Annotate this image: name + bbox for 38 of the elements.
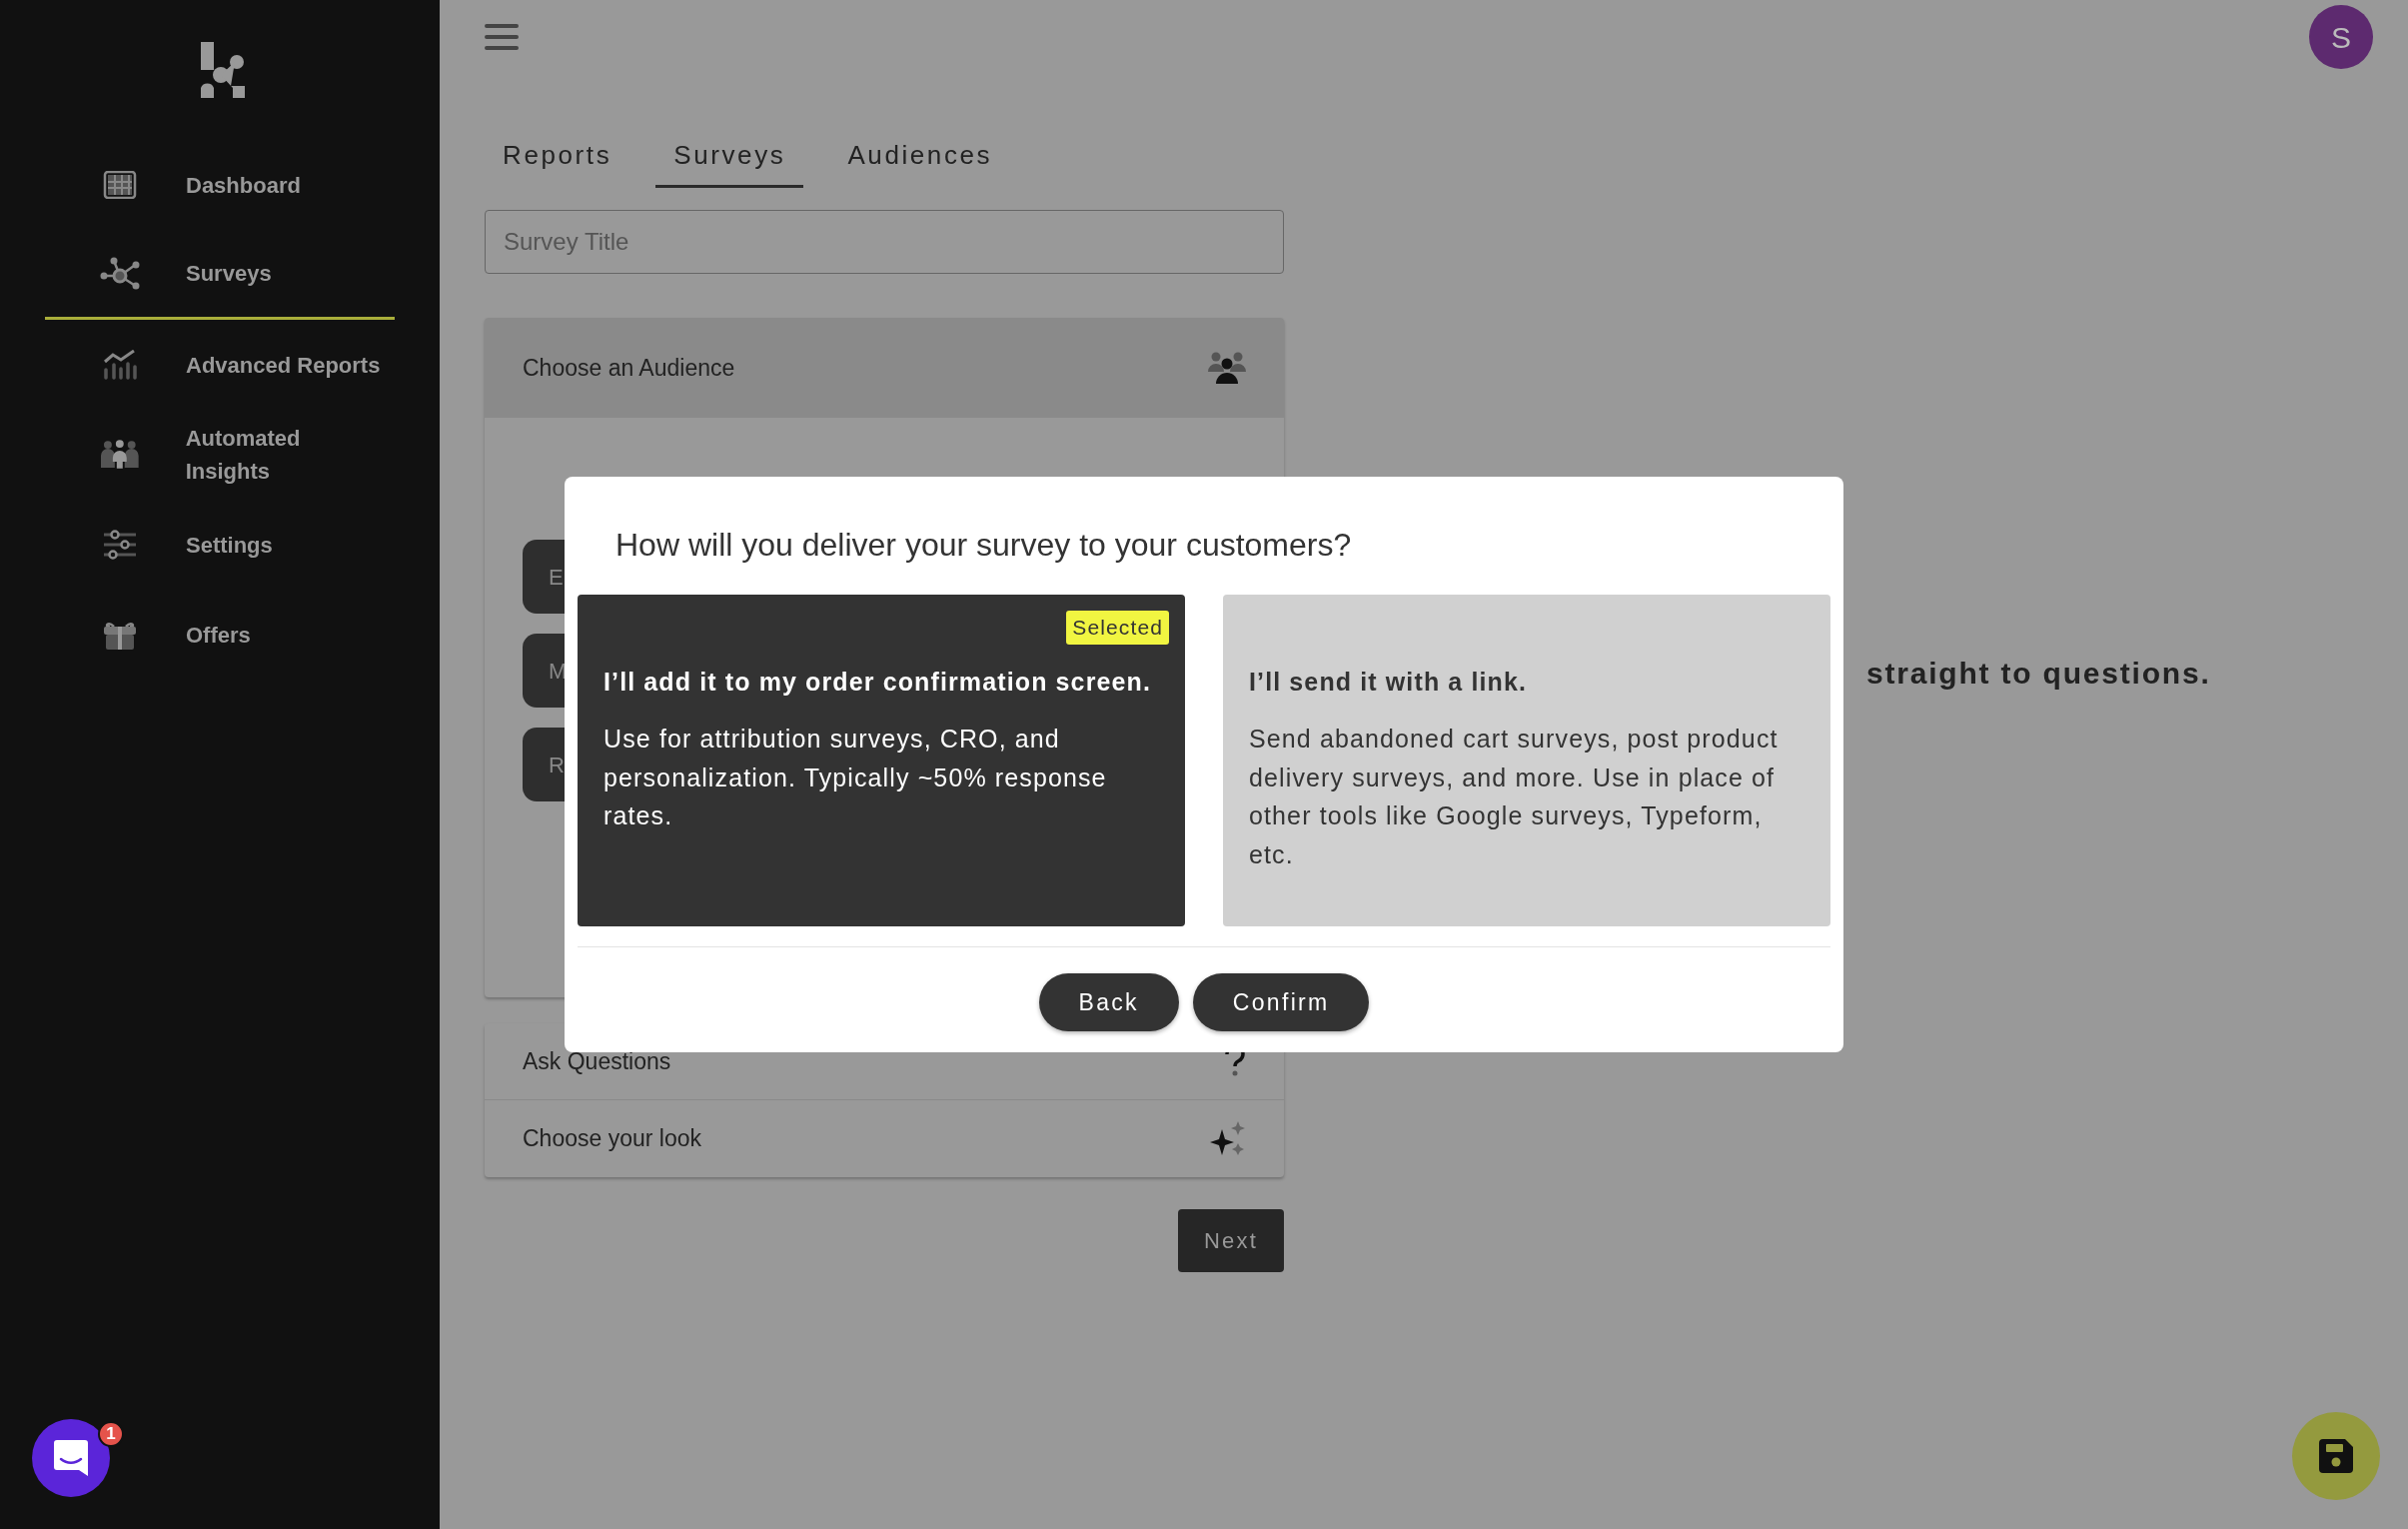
- dialog-button[interactable]: Back: [1038, 973, 1179, 1031]
- step-title: Choose an Audience: [523, 353, 735, 383]
- logo-icon: [201, 42, 245, 98]
- sidebar-item[interactable]: Surveys: [45, 230, 395, 320]
- choice-heading: I’ll add it to my order confirmation screen.: [603, 667, 1152, 698]
- chat-icon: [54, 1440, 88, 1476]
- network-icon: [100, 256, 140, 291]
- people-icon: [100, 440, 140, 470]
- choice-description: Use for attribution surveys, CRO, and personalization. Typically ~50% response rates.: [603, 723, 1108, 832]
- menu-icon: [485, 23, 519, 51]
- choice-card[interactable]: Selected I’ll add it to my order confirmation screen. Use for attribution surveys, CRO, and personalization. Typically ~50% response rates.: [578, 595, 1185, 926]
- sparkle-icon: [1210, 1120, 1246, 1157]
- info-text: straight to questions.: [1866, 656, 2211, 692]
- notification-badge: 1: [98, 1421, 124, 1447]
- sidebar-item[interactable]: Settings: [45, 500, 395, 590]
- tab[interactable]: Surveys: [655, 128, 804, 188]
- survey-title-field[interactable]: Survey Title: [485, 210, 1284, 274]
- next-button[interactable]: Next: [1177, 1209, 1284, 1272]
- step-title: Choose your look: [523, 1124, 701, 1154]
- save-icon: [2319, 1439, 2353, 1473]
- avatar[interactable]: S: [2309, 5, 2373, 69]
- sidebar-item[interactable]: Offers: [45, 590, 395, 680]
- sidebar-item[interactable]: Dashboard: [45, 140, 395, 230]
- choice-description: Send abandoned cart surveys, post product delivery surveys, and more. Use in place of other tools like Google surveys, Typeform, etc.: [1249, 723, 1780, 870]
- choice-card[interactable]: I’ll send it with a link. Send abandoned cart surveys, post product delivery surveys, and more. Use in place of other tools like Google surveys, Typeform, etc.: [1223, 595, 1830, 926]
- dialog-title: How will you deliver your survey to your customers?: [615, 526, 1353, 565]
- tab[interactable]: Reports: [485, 128, 630, 188]
- step-header[interactable]: Choose your look: [485, 1100, 1284, 1177]
- sidebar-item[interactable]: Automated Insights: [45, 410, 395, 500]
- selected-badge: Selected: [1066, 611, 1169, 645]
- step-title: Ask Questions: [523, 1046, 671, 1076]
- tab[interactable]: Audiences: [829, 128, 1011, 188]
- step-header[interactable]: Choose an Audience: [485, 318, 1284, 418]
- menu-button[interactable]: [485, 23, 519, 51]
- choice-heading: I’ll send it with a link.: [1249, 667, 1529, 698]
- dialog-button[interactable]: Confirm: [1192, 973, 1370, 1031]
- people-icon: [1208, 352, 1246, 384]
- sidebar-item[interactable]: Advanced Reports: [45, 320, 395, 410]
